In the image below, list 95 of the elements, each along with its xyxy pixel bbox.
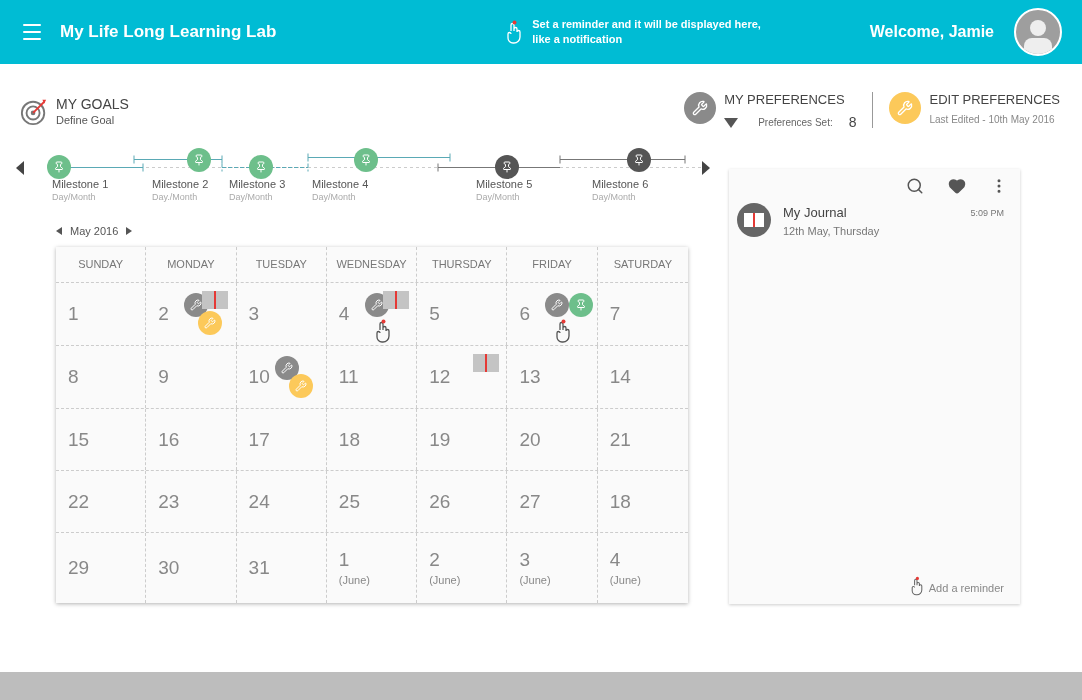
day-number[interactable]: 17 [248,427,270,452]
journal-icon [382,291,409,309]
milestone-name: Milestone 2 [152,176,209,191]
avatar[interactable] [1014,8,1062,56]
journal-icon [202,291,229,309]
day-number[interactable]: 10 [248,365,270,389]
journal-icon [473,354,500,372]
wrench-icon [274,356,299,380]
milestone-name: Milestone 1 [52,176,109,191]
day-number[interactable]: 21 [609,427,631,452]
preferences-count-label: Preferences Set: [758,116,833,130]
milestone-date: Day/Month [312,190,357,204]
previous-arrow-icon[interactable] [16,160,24,175]
preferences-count: 8 [848,113,857,132]
day-number[interactable]: 30 [158,556,180,580]
previous-month-icon[interactable] [56,226,62,235]
wrench-icon [288,374,313,398]
day-number[interactable]: 23 [158,489,180,514]
milestone-name: Milestone 6 [592,176,649,191]
weekday-header: FRIDAY [532,257,572,273]
day-number[interactable]: 19 [429,427,451,452]
dropdown-icon[interactable] [724,117,739,128]
day-number[interactable]: 18 [338,427,360,452]
last-edited-text: Last Edited - 10th May 2016 [929,113,1056,127]
milestone-name: Milestone 4 [312,176,369,191]
journal-date: 12th May, Thursday [783,223,881,239]
day-number[interactable]: 14 [609,365,631,389]
day-number[interactable]: 3 [519,547,530,572]
weekday-header: THURSDAY [431,257,492,273]
app-title: My Life Long Learning Lab [60,21,277,44]
day-number[interactable]: 4 [338,302,350,326]
day-number[interactable]: 13 [519,365,541,389]
day-number[interactable]: 2 [158,302,169,326]
preferences-title: MY PREFERENCES [724,92,846,108]
pin-icon[interactable] [495,154,519,179]
welcome-text: Welcome, Jamie [869,22,994,42]
search-icon[interactable] [906,177,924,195]
day-number[interactable]: 31 [248,556,270,580]
weekday-header: MONDAY [167,257,215,273]
day-number[interactable]: 4 [609,547,621,572]
day-number[interactable]: 27 [519,489,541,514]
day-number[interactable]: 3 [248,302,260,326]
pin-icon[interactable] [627,147,651,172]
target-icon [20,98,48,127]
day-number[interactable]: 26 [429,489,451,514]
goals-title: MY GOALS [56,96,129,112]
next-arrow-icon[interactable] [702,160,710,175]
day-number[interactable]: 20 [519,427,541,452]
wrench-icon [198,311,223,335]
day-number[interactable]: 1 [338,547,350,572]
month-label: May 2016 [70,223,119,239]
day-number[interactable]: 11 [338,365,359,389]
milestone-date: Day/Month [229,190,274,204]
notification-text: Set a reminder and it will be displayed here, like a notification [532,17,762,47]
day-number[interactable]: 2 [429,547,440,572]
day-note: (June) [609,572,642,588]
day-number[interactable]: 8 [68,365,79,389]
journal-avatar-icon [737,203,771,237]
next-month-icon[interactable] [126,226,133,235]
journal-title[interactable]: My Journal [783,203,959,223]
day-number[interactable]: 5 [429,302,440,326]
milestone-date: Day/Month [52,190,97,204]
day-number[interactable]: 24 [248,489,270,514]
day-number[interactable]: 6 [519,302,530,326]
heart-icon[interactable] [948,177,966,195]
day-number[interactable]: 29 [68,556,90,580]
day-number[interactable]: 16 [158,427,180,452]
day-number[interactable]: 1 [68,302,79,326]
day-note: (June) [519,572,552,588]
weekday-header: SATURDAY [613,257,672,273]
milestone-name: Milestone 3 [229,176,286,191]
journal-time: 5:09 PM [970,207,1005,220]
day-number[interactable]: 9 [158,365,169,389]
weekday-header: WEDNESDAY [336,257,407,273]
day-note: (June) [429,572,462,588]
day-number[interactable]: 25 [338,489,360,514]
wrench-icon [545,293,570,317]
day-number[interactable]: 12 [429,365,451,389]
edit-preferences-icon [889,92,922,124]
wrench-icon [684,92,717,124]
day-number[interactable]: 7 [609,302,621,326]
milestone-date: Day/Month [476,190,521,204]
day-number[interactable]: 18 [609,489,631,514]
day-number[interactable]: 22 [68,489,90,514]
day-number[interactable]: 15 [68,427,90,452]
milestone-date: Day/Month [592,190,637,204]
define-goal-link[interactable]: Define Goal [56,112,129,129]
edit-preferences-link[interactable]: EDIT PREFERENCES [929,92,1060,108]
add-reminder-link[interactable]: Add a reminder [928,579,1004,596]
milestone-date: Day./Month [152,190,199,204]
day-note: (June) [338,572,372,588]
milestone-name: Milestone 5 [476,176,533,191]
weekday-header: TUESDAY [255,257,307,273]
weekday-header: SUNDAY [78,257,124,273]
pin-icon [569,293,594,317]
